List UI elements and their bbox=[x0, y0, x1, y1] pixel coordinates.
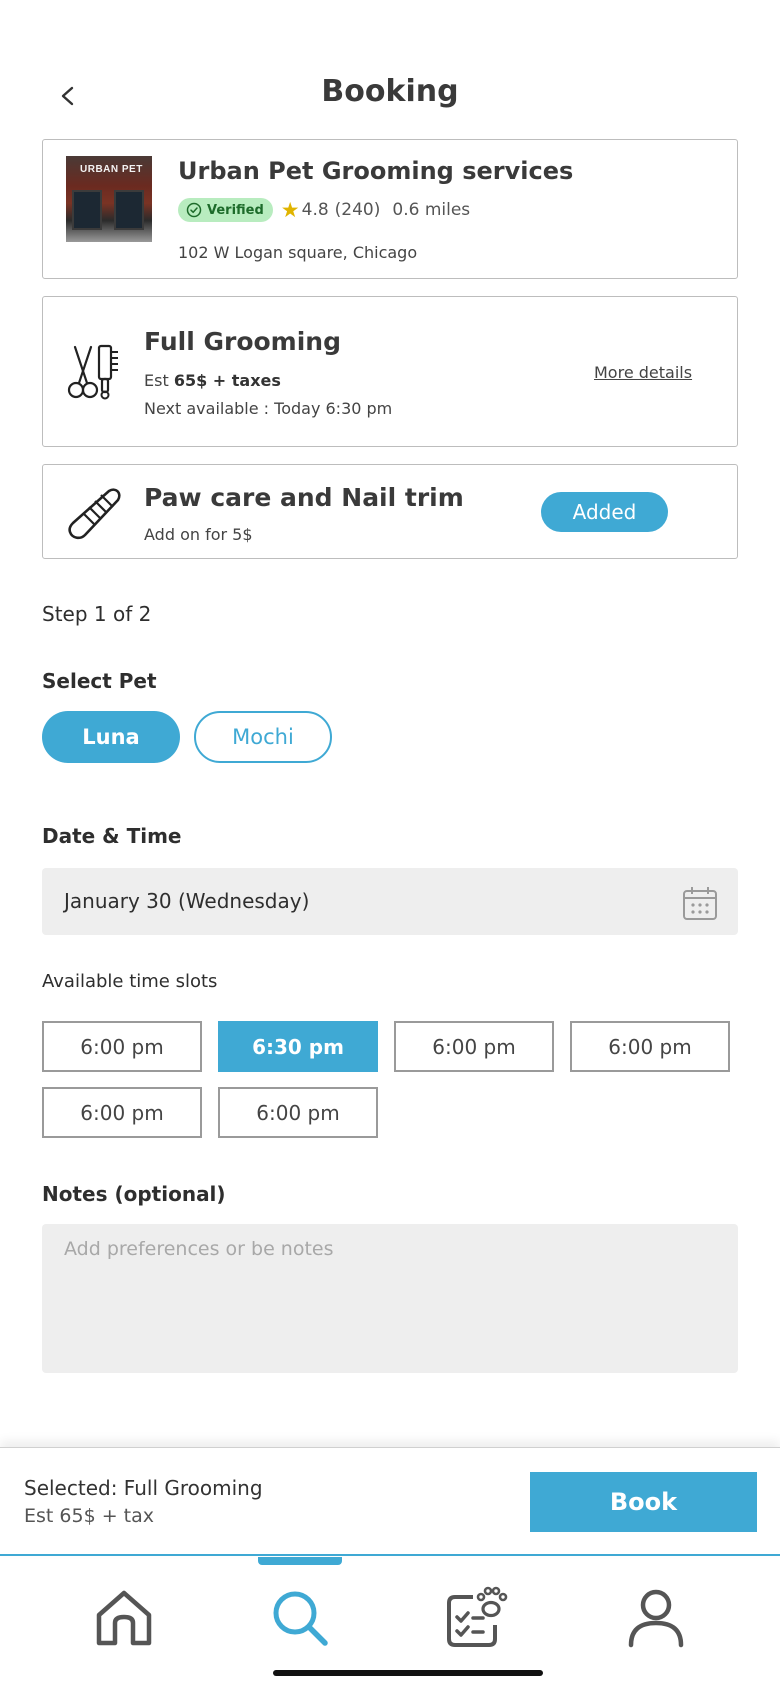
header: Booking bbox=[0, 60, 780, 132]
booking-summary-bar: Selected: Full Grooming Est 65$ + tax Bo… bbox=[0, 1447, 780, 1556]
shop-rating: ★ 4.8 (240) bbox=[280, 197, 381, 222]
rating-value: 4.8 bbox=[301, 200, 329, 220]
verified-badge: Verified bbox=[178, 198, 273, 222]
time-slot-selected[interactable]: 6:30 pm bbox=[218, 1021, 378, 1072]
time-slot[interactable]: 6:00 pm bbox=[218, 1087, 378, 1138]
shop-meta: Verified ★ 4.8 (240) 0.6 miles bbox=[178, 198, 470, 222]
shop-address: 102 W Logan square, Chicago bbox=[178, 243, 418, 262]
service-next-available: Next available : Today 6:30 pm bbox=[144, 399, 393, 418]
date-value: January 30 (Wednesday) bbox=[64, 889, 310, 913]
time-slots-label: Available time slots bbox=[42, 971, 218, 992]
star-icon: ★ bbox=[280, 197, 300, 222]
select-pet-label: Select Pet bbox=[42, 669, 157, 693]
tab-profile[interactable] bbox=[620, 1582, 692, 1654]
time-slot[interactable]: 6:00 pm bbox=[394, 1021, 554, 1072]
shop-thumbnail-sign: URBAN PET bbox=[80, 164, 143, 175]
shop-distance: 0.6 miles bbox=[392, 200, 471, 220]
tab-search[interactable] bbox=[264, 1582, 336, 1654]
notes-input[interactable] bbox=[42, 1224, 738, 1373]
calendar-icon[interactable] bbox=[682, 885, 718, 921]
tab-pet-tasks[interactable] bbox=[440, 1582, 512, 1654]
step-indicator: Step 1 of 2 bbox=[42, 602, 152, 626]
profile-icon bbox=[628, 1589, 684, 1648]
grooming-tools-icon bbox=[67, 344, 118, 400]
date-field[interactable]: January 30 (Wednesday) bbox=[42, 868, 738, 935]
selected-service: Selected: Full Grooming bbox=[24, 1476, 263, 1500]
tab-home[interactable] bbox=[88, 1582, 160, 1654]
shop-card[interactable]: URBAN PET Urban Pet Grooming services Ve… bbox=[42, 139, 738, 279]
shop-name: Urban Pet Grooming services bbox=[178, 157, 574, 185]
nail-file-icon bbox=[68, 488, 121, 540]
pet-checklist-icon bbox=[447, 1586, 508, 1647]
date-time-label: Date & Time bbox=[42, 824, 182, 848]
review-count: (240) bbox=[334, 200, 381, 220]
addon-title: Paw care and Nail trim bbox=[144, 483, 464, 512]
service-title: Full Grooming bbox=[144, 327, 341, 356]
book-button[interactable]: Book bbox=[530, 1472, 757, 1532]
service-price-amount: 65$ + taxes bbox=[173, 371, 281, 390]
active-tab-indicator bbox=[258, 1557, 342, 1565]
check-circle-icon bbox=[186, 202, 202, 218]
selected-price: Est 65$ + tax bbox=[24, 1505, 154, 1527]
notes-label: Notes (optional) bbox=[42, 1182, 226, 1206]
service-card[interactable]: Full Grooming Est 65$ + taxes Next avail… bbox=[42, 296, 738, 447]
search-icon bbox=[273, 1591, 328, 1646]
more-details-link[interactable]: More details bbox=[594, 363, 692, 382]
pet-option-luna[interactable]: Luna bbox=[42, 711, 180, 763]
home-indicator bbox=[273, 1670, 543, 1676]
service-price: Est 65$ + taxes bbox=[144, 371, 281, 390]
added-button[interactable]: Added bbox=[541, 492, 668, 532]
verified-label: Verified bbox=[207, 202, 264, 218]
pet-option-mochi[interactable]: Mochi bbox=[194, 711, 332, 763]
addon-card[interactable]: Paw care and Nail trim Add on for 5$ Add… bbox=[42, 464, 738, 559]
time-slot[interactable]: 6:00 pm bbox=[42, 1021, 202, 1072]
service-price-prefix: Est bbox=[144, 371, 169, 390]
bottom-tab-bar bbox=[0, 1560, 780, 1688]
home-icon bbox=[96, 1590, 152, 1646]
time-slot[interactable]: 6:00 pm bbox=[570, 1021, 730, 1072]
addon-subtitle: Add on for 5$ bbox=[144, 525, 253, 544]
time-slot[interactable]: 6:00 pm bbox=[42, 1087, 202, 1138]
shop-thumbnail: URBAN PET bbox=[66, 156, 152, 242]
page-title: Booking bbox=[321, 74, 459, 109]
